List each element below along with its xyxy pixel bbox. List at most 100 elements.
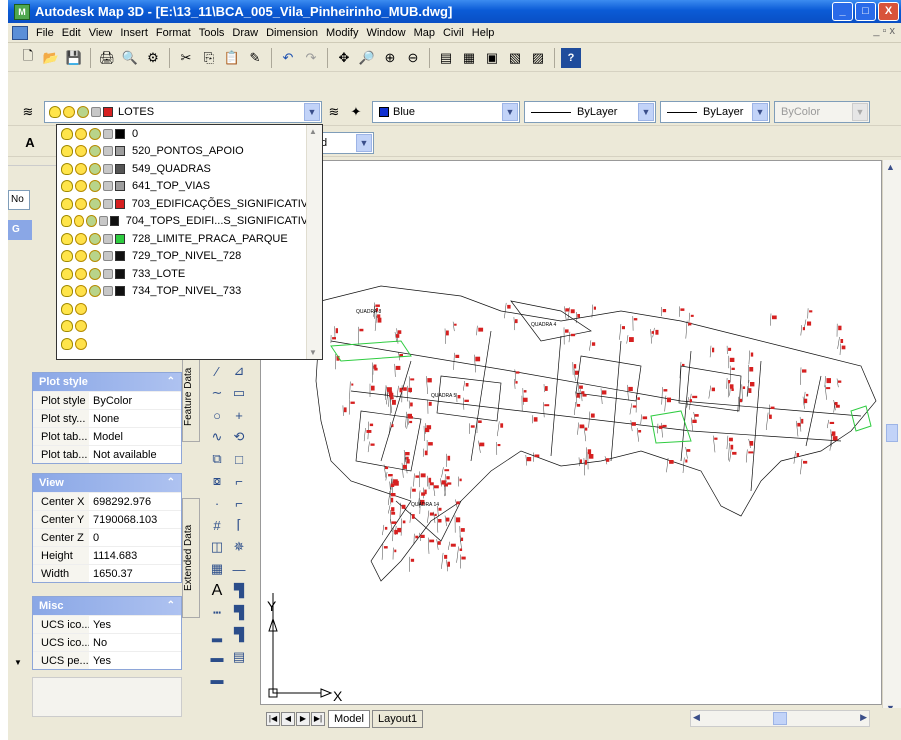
- property-value[interactable]: Yes: [89, 652, 181, 669]
- arc-icon[interactable]: ∼: [208, 384, 226, 402]
- viewport-freeze-icon[interactable]: [89, 127, 101, 140]
- menu-insert[interactable]: Insert: [116, 24, 152, 42]
- layer-list-item[interactable]: 520_PONTOS_APOIO: [57, 143, 322, 161]
- lock-icon[interactable]: [103, 163, 113, 174]
- polyline-icon[interactable]: ⊿: [230, 362, 248, 380]
- make-current-icon[interactable]: ≋: [324, 102, 344, 122]
- scroll-right-icon[interactable]: ▶: [860, 712, 867, 723]
- plot-icon[interactable]: 🖨: [97, 48, 117, 68]
- scroll-thumb[interactable]: [886, 424, 898, 442]
- on-off-icon[interactable]: [61, 127, 73, 140]
- copy-icon[interactable]: ⎘: [199, 48, 219, 68]
- matchprop-icon[interactable]: ✎: [245, 48, 265, 68]
- rectangle-icon[interactable]: ▭: [230, 384, 248, 402]
- sheet-set-icon[interactable]: ▧: [505, 48, 525, 68]
- freeze-icon[interactable]: [75, 127, 87, 140]
- zoom-realtime-icon[interactable]: 🔎: [357, 48, 377, 68]
- menu-dimension[interactable]: Dimension: [262, 24, 322, 42]
- freeze-icon[interactable]: [75, 250, 87, 263]
- extended-data-tab[interactable]: Extended Data: [182, 498, 200, 618]
- lock-icon[interactable]: [103, 268, 113, 279]
- redo-icon[interactable]: ↷: [301, 48, 321, 68]
- menu-modify[interactable]: Modify: [322, 24, 362, 42]
- layer-list-item[interactable]: [57, 300, 322, 318]
- menu-draw[interactable]: Draw: [228, 24, 262, 42]
- expand-icon[interactable]: ▼: [14, 658, 22, 667]
- on-off-icon[interactable]: [61, 197, 73, 210]
- pan-icon[interactable]: ✥: [334, 48, 354, 68]
- menu-map[interactable]: Map: [410, 24, 439, 42]
- freeze-icon[interactable]: [63, 106, 75, 118]
- help-icon[interactable]: ?: [561, 47, 581, 68]
- freeze-icon[interactable]: [75, 337, 87, 350]
- table-icon[interactable]: ▦: [208, 560, 226, 578]
- prev-tab-icon[interactable]: ◀: [281, 712, 295, 726]
- freeze-icon[interactable]: [75, 285, 87, 298]
- maximize-button[interactable]: □: [855, 2, 876, 21]
- last-tab-icon[interactable]: ▶|: [311, 712, 325, 726]
- zoom-window-icon[interactable]: ⊕: [380, 48, 400, 68]
- on-off-icon[interactable]: [61, 162, 73, 175]
- scroll-down-icon[interactable]: ▼: [309, 348, 317, 357]
- property-value[interactable]: None: [89, 410, 181, 427]
- stretch-icon[interactable]: ⌐: [230, 472, 248, 490]
- hscroll-thumb[interactable]: [773, 712, 787, 725]
- lock-icon[interactable]: [98, 216, 108, 227]
- on-off-icon[interactable]: [61, 267, 73, 280]
- ruler-icon[interactable]: ▂: [208, 626, 226, 644]
- properties-icon[interactable]: ▤: [436, 48, 456, 68]
- viewport-freeze-icon[interactable]: [89, 180, 101, 193]
- layer-manager-icon[interactable]: ≋: [18, 102, 38, 122]
- markup-icon[interactable]: ▨: [528, 48, 548, 68]
- lock-icon[interactable]: [102, 198, 113, 209]
- menu-window[interactable]: Window: [362, 24, 409, 42]
- layer-list-item[interactable]: 728_LIMITE_PRACA_PARQUE: [57, 230, 322, 248]
- viewport-freeze-icon[interactable]: [89, 285, 101, 298]
- scale-icon[interactable]: □: [230, 450, 248, 468]
- menu-tools[interactable]: Tools: [195, 24, 229, 42]
- view-row[interactable]: Center Y 7190068.103: [33, 510, 181, 528]
- region-icon[interactable]: ◫: [208, 538, 226, 556]
- hatch-icon[interactable]: #: [208, 516, 226, 534]
- layer-list-item[interactable]: 733_LOTE: [57, 265, 322, 283]
- vertical-scrollbar[interactable]: ▲ ▼: [882, 160, 901, 715]
- plot-style-row[interactable]: Plot sty... None: [33, 409, 181, 427]
- move-icon[interactable]: +: [230, 406, 248, 424]
- scroll-up-icon[interactable]: ▲: [309, 127, 317, 136]
- feature-data-tab[interactable]: Feature Data: [182, 352, 200, 442]
- layer-tool-icon[interactable]: ▜: [230, 582, 248, 600]
- chevron-down-icon[interactable]: ▼: [502, 103, 518, 121]
- layer-list-item[interactable]: [57, 335, 322, 353]
- color-combo[interactable]: Blue ▼: [372, 101, 520, 123]
- tab-model[interactable]: Model: [328, 710, 370, 728]
- next-tab-icon[interactable]: ▶: [296, 712, 310, 726]
- paste-icon[interactable]: 📋: [222, 48, 242, 68]
- circle-icon[interactable]: ○: [208, 406, 226, 424]
- drawing-canvas[interactable]: QUADRA 8 QUADRA 4 QUADRA 5 QUADRA 14 Y X: [260, 160, 882, 705]
- minimize-button[interactable]: _: [832, 2, 853, 21]
- property-value[interactable]: Yes: [89, 616, 181, 633]
- property-value[interactable]: 1114.683: [89, 547, 181, 564]
- on-off-icon[interactable]: [61, 285, 73, 298]
- misc-row[interactable]: UCS ico... Yes: [33, 615, 181, 633]
- layer-list-item[interactable]: [57, 318, 322, 336]
- layer-list-item[interactable]: 704_TOPS_EDIFI...S_SIGNIFICATIVAS: [57, 213, 322, 231]
- menu-view[interactable]: View: [85, 24, 117, 42]
- property-value[interactable]: 0: [89, 529, 181, 546]
- freeze-icon[interactable]: [75, 302, 87, 315]
- property-value[interactable]: 7190068.103: [89, 511, 181, 528]
- lock-icon[interactable]: [103, 146, 113, 157]
- selection-combo[interactable]: No: [8, 190, 30, 210]
- on-off-icon[interactable]: [61, 232, 73, 245]
- on-off-icon[interactable]: [61, 337, 73, 350]
- menu-civil[interactable]: Civil: [439, 24, 468, 42]
- viewport-freeze-icon[interactable]: [88, 197, 101, 210]
- chevron-down-icon[interactable]: ▼: [752, 103, 768, 121]
- spline-icon[interactable]: ∿: [208, 428, 226, 446]
- property-value[interactable]: 1650.37: [89, 565, 181, 582]
- measure-icon[interactable]: ┅: [208, 604, 226, 622]
- block-icon[interactable]: ⧉: [208, 450, 226, 468]
- save-icon[interactable]: 💾: [64, 48, 84, 68]
- layer-list-item[interactable]: 641_TOP_VIAS: [57, 178, 322, 196]
- chevron-down-icon[interactable]: ▼: [356, 134, 372, 152]
